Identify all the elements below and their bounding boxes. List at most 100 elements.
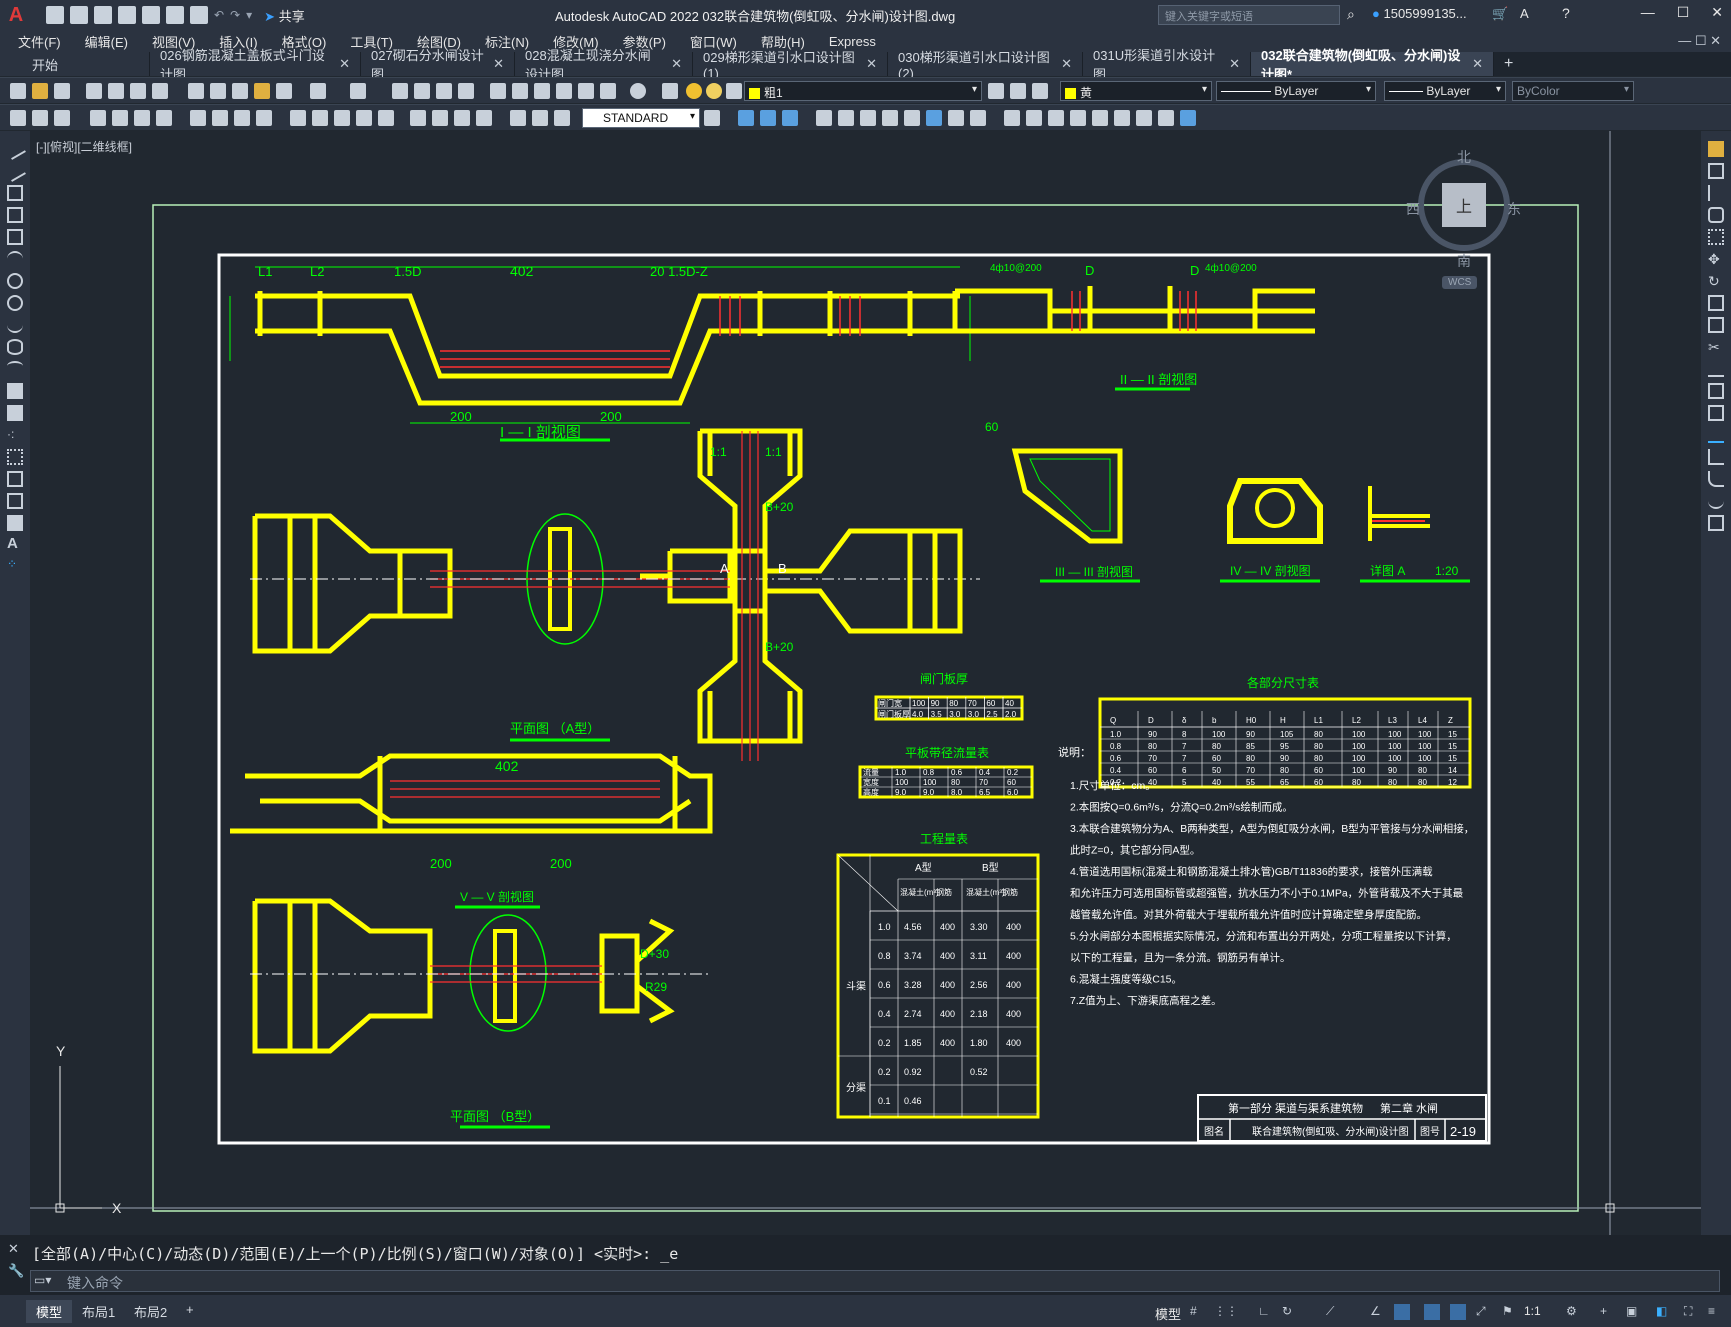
toolbar-icon[interactable] (1180, 110, 1196, 126)
osnap-tracking-icon[interactable] (1394, 1304, 1410, 1320)
tab-layout2[interactable]: 布局2 (124, 1300, 177, 1323)
close-icon[interactable]: ✕ (671, 56, 682, 72)
a360-icon[interactable]: A (1520, 6, 1529, 21)
rotate-icon[interactable] (882, 110, 898, 126)
layer-lock-icon[interactable] (726, 83, 742, 99)
line-icon[interactable] (4, 138, 26, 160)
search-input[interactable]: 键入关键字或短语 (1158, 5, 1340, 25)
dim-baseline-icon[interactable] (312, 110, 328, 126)
hatch-icon[interactable] (7, 449, 23, 465)
undo-icon[interactable]: ↶ (214, 8, 224, 22)
close-icon[interactable]: ✕ (1061, 56, 1072, 72)
undo-icon[interactable] (310, 83, 326, 99)
close-button[interactable]: ✕ (1711, 4, 1723, 21)
dim-aligned-icon[interactable] (112, 110, 128, 126)
markup-icon[interactable] (578, 83, 594, 99)
lineweight-combo[interactable]: ByLayer ▾ (1384, 81, 1506, 101)
compass-south[interactable]: 南 (1457, 251, 1471, 271)
erase-icon[interactable] (1708, 141, 1724, 157)
copy-obj-icon[interactable] (838, 110, 854, 126)
add-selected-icon[interactable]: ⁘ (7, 557, 23, 573)
redo-icon[interactable] (350, 83, 366, 99)
command-input[interactable]: 键入命令 (30, 1270, 1720, 1292)
fillet-icon[interactable] (1708, 471, 1724, 487)
rectangle-icon[interactable] (7, 229, 23, 245)
polar-icon[interactable]: ↻ (1282, 1304, 1298, 1320)
menu-edit[interactable]: 编辑(E) (73, 32, 140, 51)
compass-west[interactable]: 西 (1406, 199, 1420, 219)
arc-icon[interactable] (7, 251, 23, 267)
save-icon[interactable] (94, 6, 112, 24)
isolate-icon[interactable]: ▣ (1626, 1304, 1642, 1320)
user-account[interactable]: ● 1505999135... (1372, 6, 1467, 21)
dim-ordinate-icon[interactable] (156, 110, 172, 126)
compass-east[interactable]: 东 (1507, 199, 1521, 219)
preview-icon[interactable] (108, 83, 124, 99)
menu-file[interactable]: 文件(F) (0, 32, 73, 51)
block-editor-icon[interactable] (276, 83, 292, 99)
close-icon[interactable]: ✕ (493, 56, 504, 72)
toolbar-icon[interactable] (1026, 110, 1042, 126)
make-current-icon[interactable] (988, 83, 1004, 99)
dimstyle-combo[interactable]: STANDARD ▾ (582, 108, 700, 128)
dim-diameter-icon[interactable] (234, 110, 250, 126)
command-prompt-icon[interactable]: ▭▾ (34, 1273, 51, 1287)
mtext-icon[interactable]: A (7, 535, 23, 552)
dim-break-icon[interactable] (378, 110, 394, 126)
annotation-scale[interactable]: 1:1 (1524, 1304, 1541, 1318)
point-icon[interactable]: ·: (7, 427, 23, 443)
tab-030[interactable]: 030梯形渠道引水口设计图(2) ✕ (888, 50, 1083, 81)
dim-text-edit-icon[interactable] (532, 110, 548, 126)
maximize-button[interactable]: ☐ (1677, 4, 1690, 21)
dim-angular-icon[interactable] (256, 110, 272, 126)
calculator-icon[interactable] (600, 83, 616, 99)
cart-icon[interactable]: 🛒 (1492, 6, 1508, 22)
viewcube[interactable]: 上 北 南 东 西 WCS (1400, 143, 1530, 293)
toolbar-icon[interactable] (1114, 110, 1130, 126)
layer-freeze-icon[interactable] (706, 83, 722, 99)
toolbar-icon[interactable] (10, 110, 26, 126)
close-icon[interactable]: ✕ (866, 56, 877, 72)
annotation-visibility-icon[interactable]: ⚑ (1502, 1304, 1518, 1320)
extend-icon[interactable] (1708, 361, 1724, 377)
region-icon[interactable] (7, 493, 23, 509)
jogged-linear-icon[interactable] (476, 110, 492, 126)
zoom-previous-icon[interactable] (458, 83, 474, 99)
revcloud-icon[interactable] (7, 295, 23, 311)
layer-properties-icon[interactable] (662, 83, 678, 99)
zoom-realtime-icon[interactable] (414, 83, 430, 99)
3d-print-icon[interactable] (152, 83, 168, 99)
minimize-button[interactable]: — (1641, 4, 1655, 21)
plotstyle-combo[interactable]: ByColor ▾ (1512, 81, 1634, 101)
dim-space-icon[interactable] (356, 110, 372, 126)
print-icon[interactable] (190, 6, 208, 24)
dim-jogged-icon[interactable] (212, 110, 228, 126)
toolbar-icon[interactable] (1158, 110, 1174, 126)
tab-027[interactable]: 027砌石分水闸设计图 ✕ (361, 48, 515, 82)
toolbar-icon[interactable] (1048, 110, 1064, 126)
toolbar-icon[interactable] (760, 110, 776, 126)
tab-start[interactable]: 开始 (0, 52, 150, 76)
move-icon[interactable]: ✥ (1708, 251, 1724, 267)
offset-icon[interactable] (1708, 207, 1724, 223)
tool-palettes-icon[interactable] (534, 83, 550, 99)
tab-028[interactable]: 028混凝土现浇分水闸设计图 ✕ (515, 48, 693, 82)
toolbar-icon[interactable] (948, 110, 964, 126)
toolbar-icon[interactable] (926, 110, 942, 126)
polygon-icon[interactable] (7, 207, 23, 223)
quick-dim-icon[interactable] (290, 110, 306, 126)
break-point-icon[interactable] (1708, 383, 1724, 399)
insert-block-icon[interactable] (7, 383, 23, 399)
snap-icon[interactable]: ⋮⋮ (1214, 1304, 1238, 1320)
viewcube-face-top[interactable]: 上 (1442, 183, 1486, 227)
dim-edit-icon[interactable] (510, 110, 526, 126)
open-icon[interactable] (32, 83, 48, 99)
scale-icon[interactable] (1708, 295, 1724, 311)
tab-026[interactable]: 026钢筋混凝土盖板式斗门设计图 ✕ (150, 48, 361, 82)
open-web-icon[interactable] (142, 6, 160, 24)
circle-icon[interactable] (7, 273, 23, 289)
trim-icon[interactable]: ✂ (1708, 339, 1724, 355)
customize-status-icon[interactable]: ≡ (1708, 1304, 1724, 1320)
toolbar-icon[interactable] (32, 110, 48, 126)
toolbar-icon[interactable] (738, 110, 754, 126)
